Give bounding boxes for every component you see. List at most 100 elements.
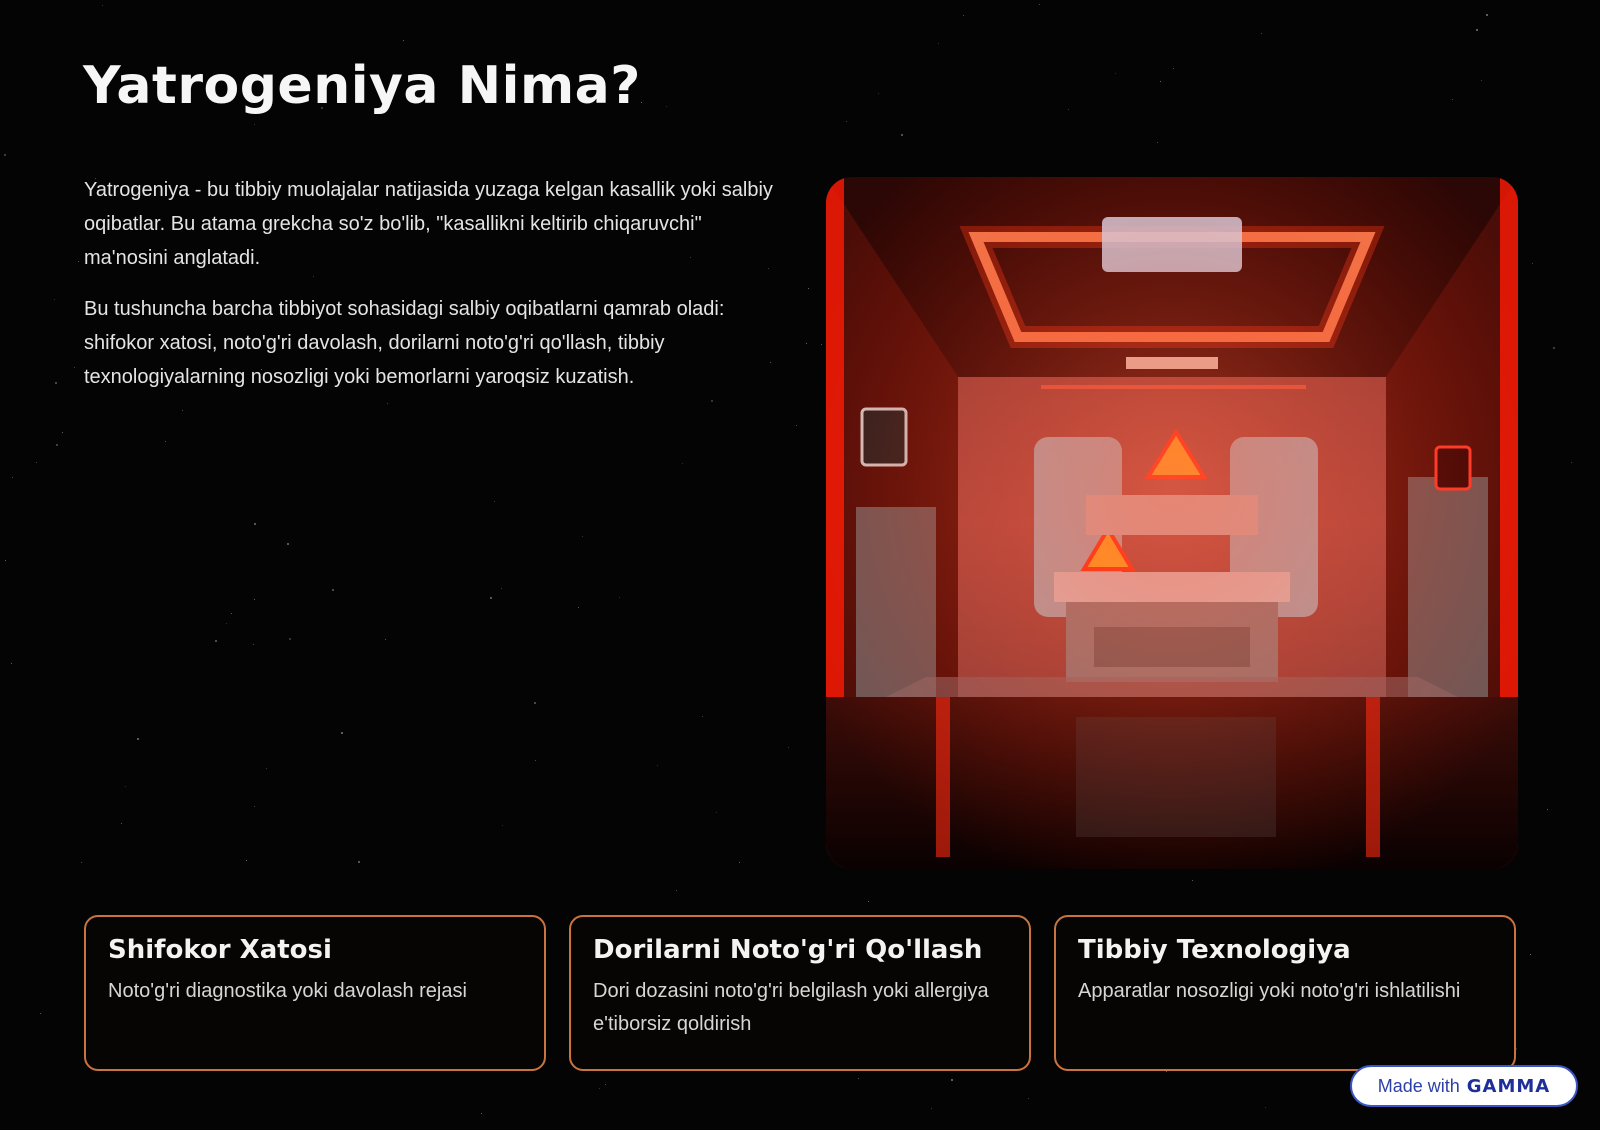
star-speck [806, 343, 807, 344]
card-title: Tibbiy Texnologiya [1078, 935, 1351, 965]
star-speck [54, 299, 55, 300]
star-speck [385, 639, 386, 640]
star-speck [55, 382, 57, 384]
star-speck [657, 765, 658, 766]
star-speck [490, 597, 492, 599]
star-speck [582, 536, 583, 537]
star-speck [796, 425, 797, 426]
star-speck [682, 463, 683, 464]
star-speck [1452, 99, 1453, 100]
star-speck [1486, 14, 1488, 16]
star-speck [78, 261, 79, 262]
star-speck [137, 738, 139, 740]
star-speck [605, 1084, 606, 1085]
intro-paragraph-2: Bu tushuncha barcha tibbiyot sohasidagi … [84, 298, 725, 388]
star-speck [931, 1108, 932, 1109]
card-text: Apparatlar nosozligi yoki noto'g'ri ishl… [1078, 980, 1461, 1002]
star-speck [254, 806, 255, 807]
star-speck [739, 862, 740, 863]
star-speck [788, 747, 789, 748]
star-speck [1530, 954, 1531, 955]
star-speck [1173, 68, 1174, 69]
card-shifokor-xatosi: Shifokor Xatosi Noto'g'ri diagnostika yo… [84, 915, 546, 1071]
star-speck [578, 607, 579, 608]
star-speck [12, 477, 13, 478]
intro-paragraph-1: Yatrogeniya - bu tibbiy muolajalar natij… [84, 179, 773, 269]
intro-text: Yatrogeniya - bu tibbiy muolajalar natij… [84, 173, 784, 411]
star-speck [494, 501, 495, 502]
star-speck [403, 40, 404, 41]
star-speck [266, 768, 267, 769]
star-speck [878, 93, 879, 94]
card-title: Dorilarni Noto'g'ri Qo'llash [593, 935, 983, 965]
star-speck [716, 812, 717, 813]
star-speck [666, 106, 667, 107]
star-speck [676, 890, 677, 891]
star-speck [1115, 73, 1116, 74]
star-speck [901, 134, 903, 136]
star-speck [62, 432, 63, 433]
star-speck [1039, 4, 1040, 5]
star-speck [36, 462, 37, 463]
star-speck [254, 523, 256, 525]
star-speck [165, 441, 166, 442]
star-speck [1571, 462, 1572, 463]
star-speck [502, 825, 503, 826]
star-speck [1481, 80, 1482, 81]
card-title: Shifokor Xatosi [108, 935, 332, 965]
star-speck [963, 15, 964, 16]
star-speck [1068, 109, 1069, 110]
card-text: Dori dozasini noto'g'ri belgilash yoki a… [593, 980, 989, 1035]
star-speck [858, 1078, 859, 1079]
star-speck [868, 901, 869, 902]
star-speck [81, 862, 82, 863]
made-with-gamma-badge[interactable]: Made with GAMMA [1350, 1065, 1578, 1107]
star-speck [702, 716, 703, 717]
star-speck [481, 1113, 482, 1114]
star-speck [254, 599, 255, 600]
star-speck [254, 124, 255, 125]
star-speck [74, 367, 75, 368]
star-speck [5, 560, 6, 561]
star-speck [1157, 142, 1158, 143]
star-speck [846, 121, 847, 122]
star-speck [125, 786, 126, 787]
badge-label: Made with [1377, 1075, 1460, 1096]
star-speck [358, 861, 360, 863]
star-speck [1261, 33, 1262, 34]
star-speck [1547, 809, 1548, 810]
card-text: Noto'g'ri diagnostika yoki davolash reja… [108, 980, 467, 1002]
star-speck [253, 644, 254, 645]
star-speck [534, 702, 536, 704]
star-speck [938, 43, 939, 44]
star-speck [501, 588, 502, 589]
star-speck [4, 154, 6, 156]
hospital-room-illustration [826, 177, 1518, 869]
star-speck [1192, 880, 1193, 881]
star-speck [40, 1013, 41, 1014]
hospital-room-image [826, 177, 1518, 869]
star-speck [1028, 1098, 1029, 1099]
star-speck [226, 623, 227, 624]
star-speck [821, 344, 822, 345]
card-tibbiy-texnologiya: Tibbiy Texnologiya Apparatlar nosozligi … [1054, 915, 1516, 1071]
star-speck [289, 638, 291, 640]
star-speck [535, 760, 536, 761]
star-speck [951, 1079, 953, 1081]
star-speck [808, 288, 809, 289]
card-dorilarni-notogri-qollash: Dorilarni Noto'g'ri Qo'llash Dori dozasi… [569, 915, 1031, 1071]
star-speck [121, 823, 122, 824]
star-speck [246, 860, 247, 861]
gamma-logo-text: GAMMA [1466, 1075, 1551, 1097]
star-speck [11, 663, 12, 664]
star-speck [102, 5, 103, 6]
star-speck [332, 589, 334, 591]
star-speck [641, 102, 642, 103]
star-speck [619, 597, 620, 598]
star-speck [1476, 29, 1478, 31]
star-speck [1553, 347, 1555, 349]
star-speck [1265, 1107, 1266, 1108]
star-speck [56, 444, 58, 446]
star-speck [287, 543, 289, 545]
page-title: Yatrogeniya Nima? [83, 56, 641, 116]
